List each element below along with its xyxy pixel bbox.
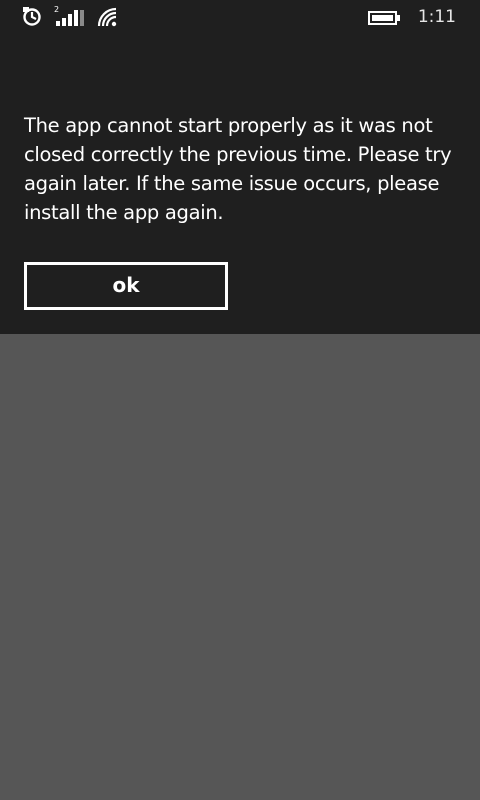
phone-screen: 2 1:11 The app cannot start properly as … (0, 0, 480, 800)
app-notification-icon (22, 6, 44, 30)
sim-number-label: 2 (54, 5, 59, 14)
dialog-message: The app cannot start properly as it was … (24, 114, 452, 224)
wifi-icon (96, 6, 118, 32)
status-bar: 2 1:11 (0, 0, 480, 36)
battery-icon (368, 10, 402, 30)
status-time: 1:11 (417, 7, 456, 27)
ok-button[interactable]: ok (24, 262, 228, 310)
cellular-signal-icon: 2 (52, 4, 86, 32)
error-dialog: 2 1:11 The app cannot start properly as … (0, 0, 480, 334)
